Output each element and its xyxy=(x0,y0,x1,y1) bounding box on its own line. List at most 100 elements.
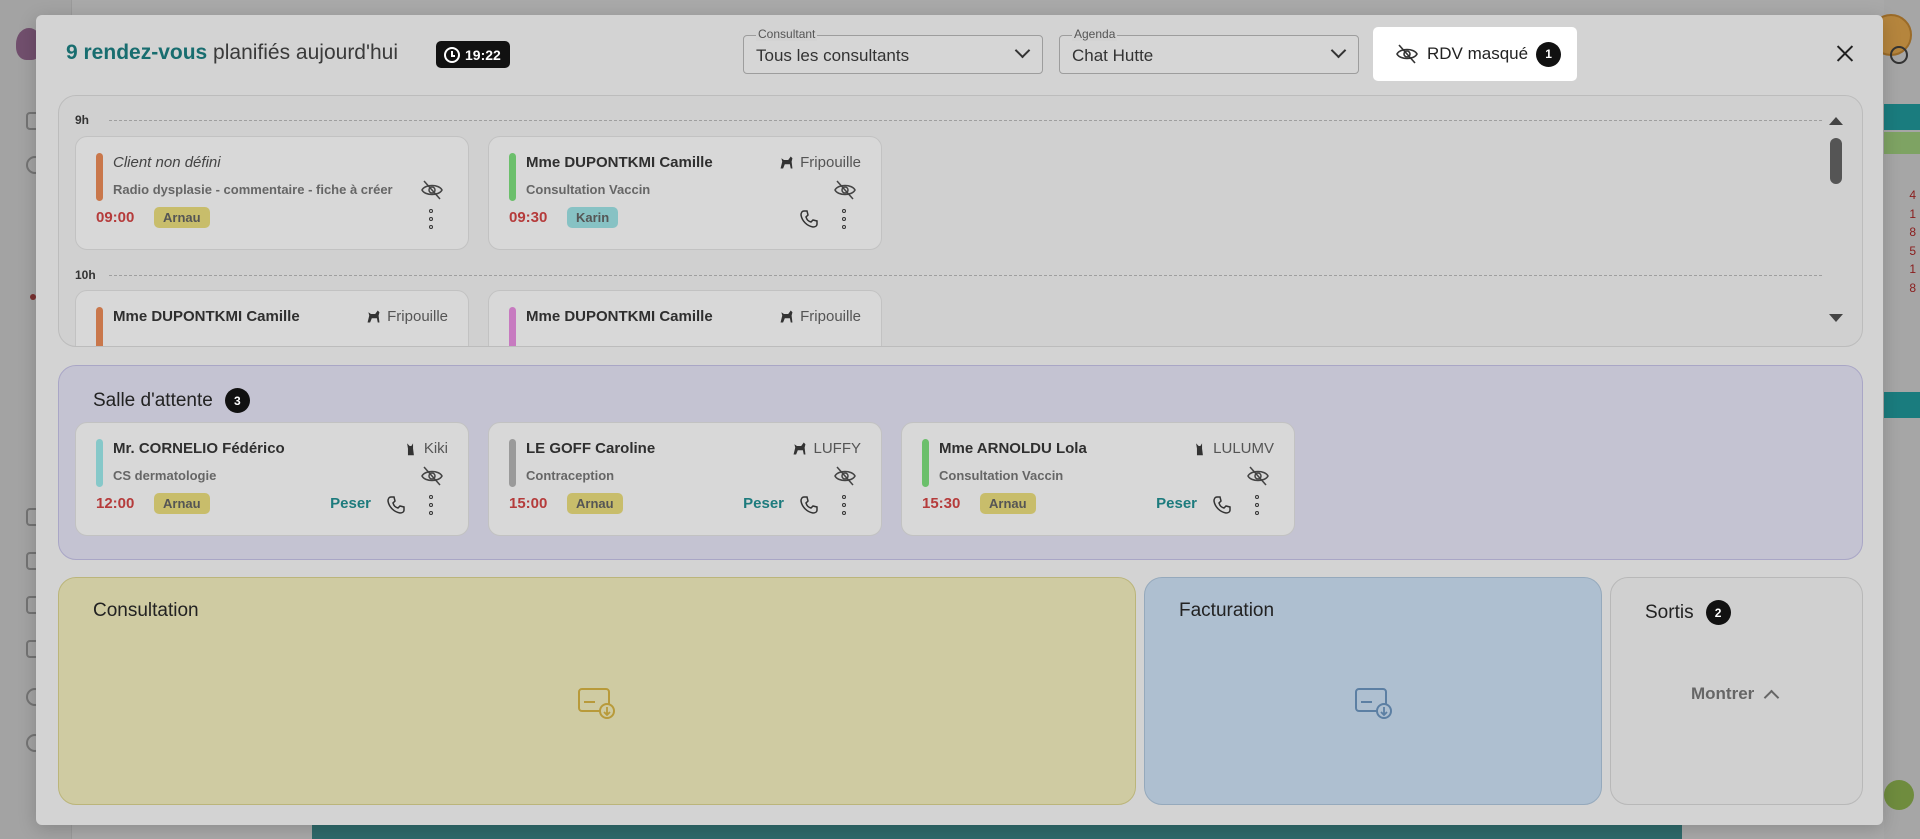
eye-off-icon[interactable] xyxy=(833,179,857,201)
planning-panel: 9h 10h Client non défini Radio dysplasie… xyxy=(58,95,1863,347)
pet-name: LUFFY xyxy=(813,440,861,457)
phone-icon[interactable] xyxy=(386,495,406,515)
consultant-badge: Arnau xyxy=(154,493,210,514)
background-bottom-strip xyxy=(312,823,1682,839)
client-name: Client non défini xyxy=(113,154,221,171)
pet-info: LUFFY xyxy=(791,440,861,457)
eye-off-icon[interactable] xyxy=(420,179,444,201)
appointment-time: 12:00 xyxy=(96,495,135,512)
daily-appointments-modal: 9 rendez-vous planifiés aujourd'hui 19:2… xyxy=(36,15,1883,825)
client-name: Mme DUPONTKMI Camille xyxy=(526,308,713,325)
eye-off-icon[interactable] xyxy=(833,465,857,487)
pet-info: Fripouille xyxy=(365,308,448,325)
pet-name: Kiki xyxy=(423,440,448,457)
appointment-card[interactable]: Mme DUPONTKMI Camille Fripouille xyxy=(488,290,882,346)
consultant-badge: Arnau xyxy=(980,493,1036,514)
client-name: Mme DUPONTKMI Camille xyxy=(113,308,300,325)
dog-icon xyxy=(794,442,806,455)
waiting-card[interactable]: LE GOFF Caroline LUFFY Contraception 15:… xyxy=(488,422,882,536)
phone-icon[interactable] xyxy=(799,495,819,515)
empty-dropzone-icon xyxy=(1355,688,1392,719)
masked-appointments-button[interactable]: RDV masqué 1 xyxy=(1373,27,1577,81)
discharged-count-badge: 2 xyxy=(1705,600,1731,625)
consultation-label: Consultation xyxy=(93,600,199,621)
waiting-card[interactable]: Mme ARNOLDU Lola LULUMV Consultation Vac… xyxy=(901,422,1295,536)
waiting-room-label: Salle d'attente xyxy=(93,389,213,411)
consultant-badge: Arnau xyxy=(567,493,623,514)
client-name: Mr. CORNELIO Fédérico xyxy=(113,440,285,457)
background-calendar-numbers: 418518 xyxy=(1909,188,1916,295)
current-time-badge: 19:22 xyxy=(436,41,510,68)
background-green-bar xyxy=(1884,132,1920,154)
appointment-color-bar xyxy=(509,153,516,201)
weigh-button[interactable]: Peser xyxy=(1156,495,1197,512)
appointment-card[interactable]: Mme DUPONTKMI Camille Fripouille xyxy=(75,290,469,346)
pet-info: Kiki xyxy=(402,440,448,457)
more-options-icon[interactable] xyxy=(841,209,847,229)
modal-title: 9 rendez-vous planifiés aujourd'hui xyxy=(66,41,398,65)
appointment-card[interactable]: Client non défini Radio dysplasie - comm… xyxy=(75,136,469,250)
appointment-time: 15:00 xyxy=(509,495,548,512)
client-name: LE GOFF Caroline xyxy=(526,440,656,457)
masked-appointments-label: RDV masqué xyxy=(1427,44,1529,63)
appointment-color-bar xyxy=(96,153,103,201)
title-rest-text: planifiés aujourd'hui xyxy=(207,41,399,64)
appointment-time: 15:30 xyxy=(922,495,961,512)
eye-off-icon[interactable] xyxy=(420,465,444,487)
eye-off-icon[interactable] xyxy=(1246,465,1270,487)
consultant-select[interactable]: Consultant Tous les consultants xyxy=(743,27,1043,74)
current-time: 19:22 xyxy=(465,46,501,63)
appointment-color-bar xyxy=(509,439,516,487)
masked-count-badge: 1 xyxy=(1536,41,1562,67)
dog-icon xyxy=(367,310,380,323)
weigh-button[interactable]: Peser xyxy=(743,495,784,512)
consultant-select-value: Tous les consultants xyxy=(756,46,910,65)
more-options-icon[interactable] xyxy=(841,495,847,515)
client-name: Mme DUPONTKMI Camille xyxy=(526,154,713,171)
more-options-icon[interactable] xyxy=(428,209,434,229)
appointment-time: 09:00 xyxy=(96,209,135,226)
waiting-room-panel: Salle d'attente 3 Mr. CORNELIO Fédérico … xyxy=(58,365,1863,560)
cat-icon xyxy=(1196,443,1204,456)
appointment-color-bar xyxy=(922,439,929,487)
chevron-down-icon xyxy=(1330,42,1347,59)
appointment-color-bar xyxy=(96,439,103,487)
scroll-down-arrow[interactable] xyxy=(1829,314,1843,322)
hour-divider xyxy=(109,275,1822,276)
hour-label: 10h xyxy=(75,268,96,282)
pet-info: Fripouille xyxy=(778,308,861,325)
client-name: Mme ARNOLDU Lola xyxy=(939,440,1087,457)
billing-panel: Facturation xyxy=(1144,577,1602,805)
eye-off-icon xyxy=(1396,44,1418,64)
show-label: Montrer xyxy=(1691,684,1755,703)
scroll-up-arrow[interactable] xyxy=(1829,117,1843,125)
more-options-icon[interactable] xyxy=(428,495,434,515)
waiting-room-title: Salle d'attente 3 xyxy=(93,388,250,413)
pet-info: LULUMV xyxy=(1191,440,1274,457)
show-discharged-button[interactable]: Montrer xyxy=(1691,684,1780,705)
phone-icon[interactable] xyxy=(799,209,819,229)
close-icon[interactable] xyxy=(1832,41,1858,67)
agenda-select[interactable]: Agenda Chat Hutte xyxy=(1059,27,1359,74)
phone-icon[interactable] xyxy=(1212,495,1232,515)
appointment-card[interactable]: Mme DUPONTKMI Camille Fripouille Consult… xyxy=(488,136,882,250)
weigh-button[interactable]: Peser xyxy=(330,495,371,512)
discharged-title: Sortis 2 xyxy=(1645,600,1731,625)
waiting-card[interactable]: Mr. CORNELIO Fédérico Kiki CS dermatolog… xyxy=(75,422,469,536)
discharged-panel: Sortis 2 Montrer xyxy=(1610,577,1863,805)
scrollbar-thumb[interactable] xyxy=(1830,138,1842,184)
clock-icon xyxy=(444,46,460,63)
waiting-count-badge: 3 xyxy=(224,388,250,413)
appointment-time: 09:30 xyxy=(509,209,548,226)
chevron-up-icon xyxy=(1764,689,1780,705)
help-icon xyxy=(1884,780,1914,810)
more-options-icon[interactable] xyxy=(1254,495,1260,515)
dog-icon xyxy=(780,156,793,169)
pet-info: Fripouille xyxy=(778,154,861,171)
power-icon xyxy=(1890,46,1908,64)
agenda-select-label: Agenda xyxy=(1072,27,1118,41)
consultant-badge: Arnau xyxy=(154,207,210,228)
background-teal-bar xyxy=(1884,104,1920,130)
consultation-panel: Consultation xyxy=(58,577,1136,805)
billing-label: Facturation xyxy=(1179,600,1275,621)
